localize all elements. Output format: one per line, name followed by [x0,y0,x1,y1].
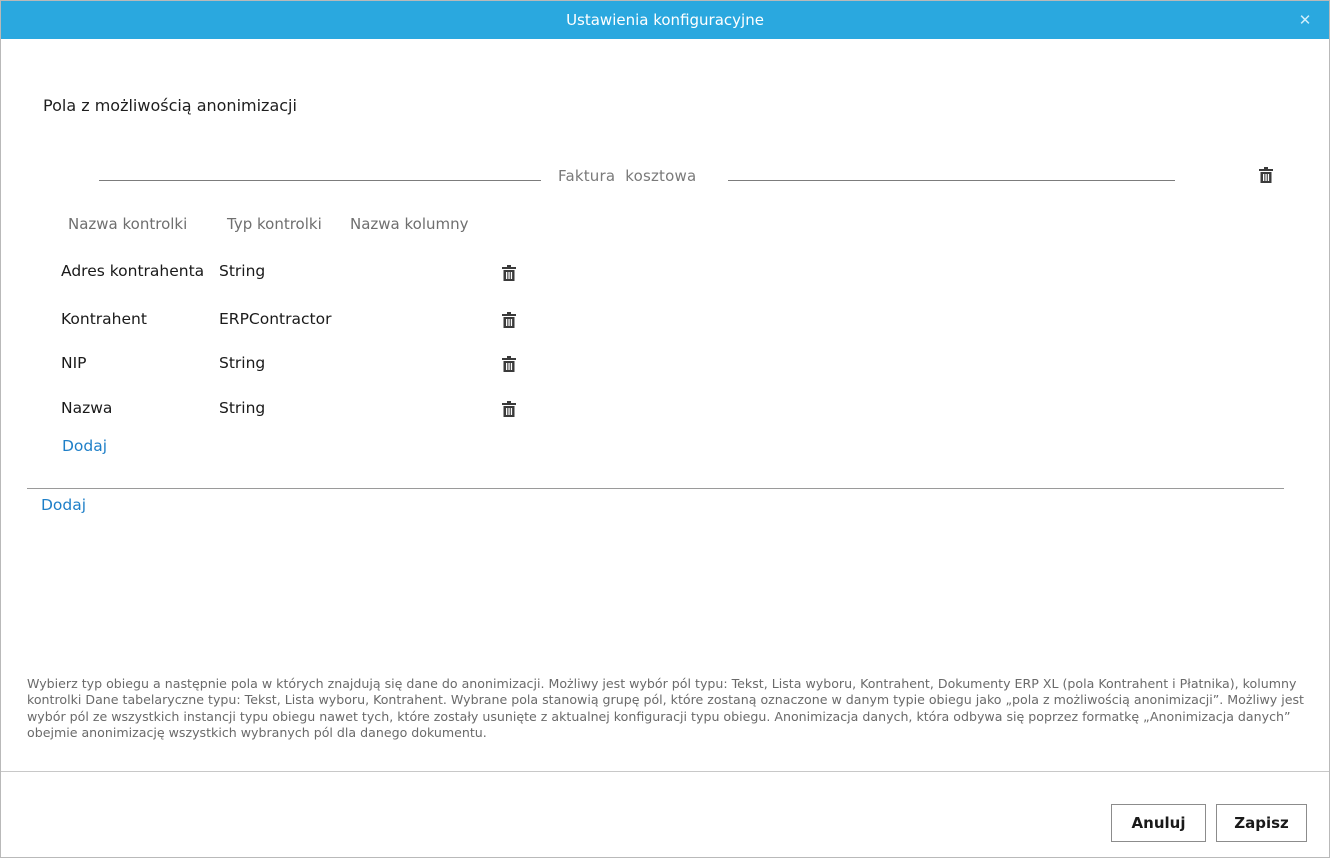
table-row: Nazwa String [1,399,701,423]
trash-icon[interactable] [1259,167,1273,183]
group-title: Faktura kosztowa [558,167,697,185]
settings-dialog: Ustawienia konfiguracyjne ✕ Pola z możli… [0,0,1330,858]
table-row: Kontrahent ERPContractor [1,310,701,334]
control-name: NIP [61,354,87,372]
control-name: Nazwa [61,399,113,417]
group-divider-right [728,180,1175,181]
close-icon[interactable]: ✕ [1295,10,1315,30]
group-bottom-divider [27,488,1284,489]
title-bar: Ustawienia konfiguracyjne ✕ [1,1,1329,39]
trash-icon[interactable] [502,356,516,372]
cancel-button[interactable]: Anuluj [1111,804,1206,842]
control-type: String [219,399,266,417]
control-type: ERPContractor [219,310,332,328]
trash-icon[interactable] [502,312,516,328]
trash-icon[interactable] [502,265,516,281]
dialog-title: Ustawienia konfiguracyjne [566,11,764,29]
control-type: String [219,262,266,280]
section-title: Pola z możliwością anonimizacji [43,96,297,115]
help-text: Wybierz typ obiegu a następnie pola w kt… [27,676,1304,740]
footer-divider [1,771,1329,772]
add-field-link[interactable]: Dodaj [62,437,107,455]
table-row: NIP String [1,354,701,378]
add-group-link[interactable]: Dodaj [41,496,86,514]
table-row: Adres kontrahenta String [1,262,701,286]
column-header-name: Nazwa kontrolki [68,215,188,233]
column-header-type: Typ kontrolki [227,215,322,233]
control-name: Kontrahent [61,310,147,328]
control-name: Adres kontrahenta [61,262,205,280]
trash-icon[interactable] [502,401,516,417]
group-divider-left [99,180,541,181]
control-type: String [219,354,266,372]
column-header-column: Nazwa kolumny [350,215,469,233]
save-button[interactable]: Zapisz [1216,804,1307,842]
